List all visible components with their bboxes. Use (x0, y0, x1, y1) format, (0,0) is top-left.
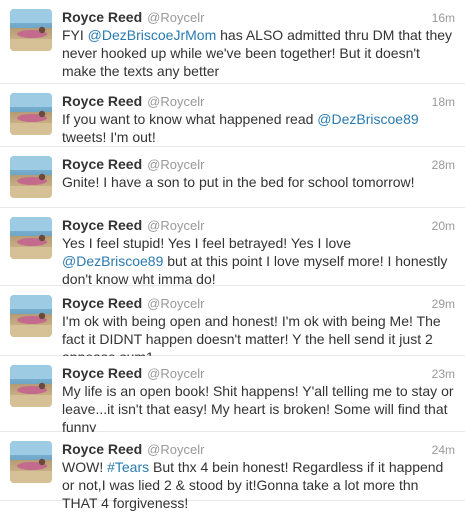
tweet-text: Gnite! I have a son to put in the bed fo… (62, 173, 455, 191)
tweet-header: Royce Reed @Roycelr 16m (62, 9, 455, 25)
timestamp[interactable]: 23m (432, 367, 455, 381)
tweet-item[interactable]: Royce Reed @Roycelr 28m Gnite! I have a son… (0, 147, 465, 208)
timestamp[interactable]: 18m (432, 95, 455, 109)
tweet-text-segment: FYI (62, 27, 88, 43)
timestamp[interactable]: 24m (432, 443, 455, 457)
author-name[interactable]: Royce Reed (62, 9, 142, 25)
tweet-text-segment: Gnite! I have a son to put in the bed fo… (62, 174, 415, 190)
timestamp[interactable]: 20m (432, 219, 455, 233)
tweet-item[interactable]: Royce Reed @Roycelr 20m Yes I feel stupid! … (0, 208, 465, 288)
tweet-text: If you want to know what happened read @… (62, 110, 455, 146)
tweet-header: Royce Reed @Roycelr 24m (62, 441, 455, 457)
author-handle[interactable]: @Roycelr (147, 366, 204, 381)
author-name[interactable]: Royce Reed (62, 295, 142, 311)
hashtag-link[interactable]: #Tears (107, 459, 149, 475)
avatar[interactable] (10, 9, 52, 51)
author-handle[interactable]: @Roycelr (147, 10, 204, 25)
avatar[interactable] (10, 441, 52, 483)
tweet-text: FYI @DezBriscoeJrMom has ALSO admitted t… (62, 26, 455, 80)
tweet-item[interactable]: Royce Reed @Roycelr 18m If you want to know… (0, 84, 465, 147)
tweet-text-segment: Yes I feel stupid! Yes I feel betrayed! … (62, 235, 352, 251)
timestamp[interactable]: 16m (432, 11, 455, 25)
author-name[interactable]: Royce Reed (62, 441, 142, 457)
tweet-text-segment: tweets! I'm out! (62, 129, 156, 145)
tweet-text: WOW! #Tears But thx 4 bein honest! Regar… (62, 458, 455, 512)
tweet-item[interactable]: Royce Reed @Roycelr 16m FYI @DezBriscoeJrMo… (0, 0, 465, 84)
tweet-header: Royce Reed @Roycelr 20m (62, 217, 455, 233)
author-handle[interactable]: @Roycelr (147, 296, 204, 311)
tweet-text-segment: My life is an open book! Shit happens! Y… (62, 383, 454, 435)
tweet-header: Royce Reed @Roycelr 23m (62, 365, 455, 381)
tweet-text: My life is an open book! Shit happens! Y… (62, 382, 455, 436)
timestamp[interactable]: 29m (432, 297, 455, 311)
avatar[interactable] (10, 217, 52, 259)
author-handle[interactable]: @Roycelr (147, 442, 204, 457)
mention-link[interactable]: @DezBriscoe89 (62, 253, 163, 269)
tweet-header: Royce Reed @Roycelr 29m (62, 295, 455, 311)
author-name[interactable]: Royce Reed (62, 217, 142, 233)
mention-link[interactable]: @DezBriscoe89 (317, 111, 418, 127)
avatar[interactable] (10, 93, 52, 135)
avatar[interactable] (10, 295, 52, 337)
author-handle[interactable]: @Roycelr (147, 218, 204, 233)
mention-link[interactable]: @DezBriscoeJrMom (88, 27, 217, 43)
author-handle[interactable]: @Roycelr (147, 94, 204, 109)
author-handle[interactable]: @Roycelr (147, 157, 204, 172)
author-name[interactable]: Royce Reed (62, 93, 142, 109)
tweet-text-segment: If you want to know what happened read (62, 111, 318, 127)
tweet-text: Yes I feel stupid! Yes I feel betrayed! … (62, 234, 455, 288)
tweet-timeline: Royce Reed @Roycelr 16m FYI @DezBriscoeJrMo… (0, 0, 465, 511)
tweet-item[interactable]: Royce Reed @Roycelr 24m WOW! #Tears But thx… (0, 432, 465, 511)
tweet-item[interactable]: Royce Reed @Roycelr 23m My life is an open … (0, 356, 465, 435)
author-name[interactable]: Royce Reed (62, 156, 142, 172)
author-name[interactable]: Royce Reed (62, 365, 142, 381)
timestamp[interactable]: 28m (432, 158, 455, 172)
avatar[interactable] (10, 365, 52, 407)
tweet-header: Royce Reed @Roycelr 28m (62, 156, 455, 172)
avatar[interactable] (10, 156, 52, 198)
tweet-header: Royce Reed @Roycelr 18m (62, 93, 455, 109)
tweet-text-segment: WOW! (62, 459, 108, 475)
tweet-item[interactable]: Royce Reed @Roycelr 29m I'm ok with being o… (0, 286, 465, 365)
